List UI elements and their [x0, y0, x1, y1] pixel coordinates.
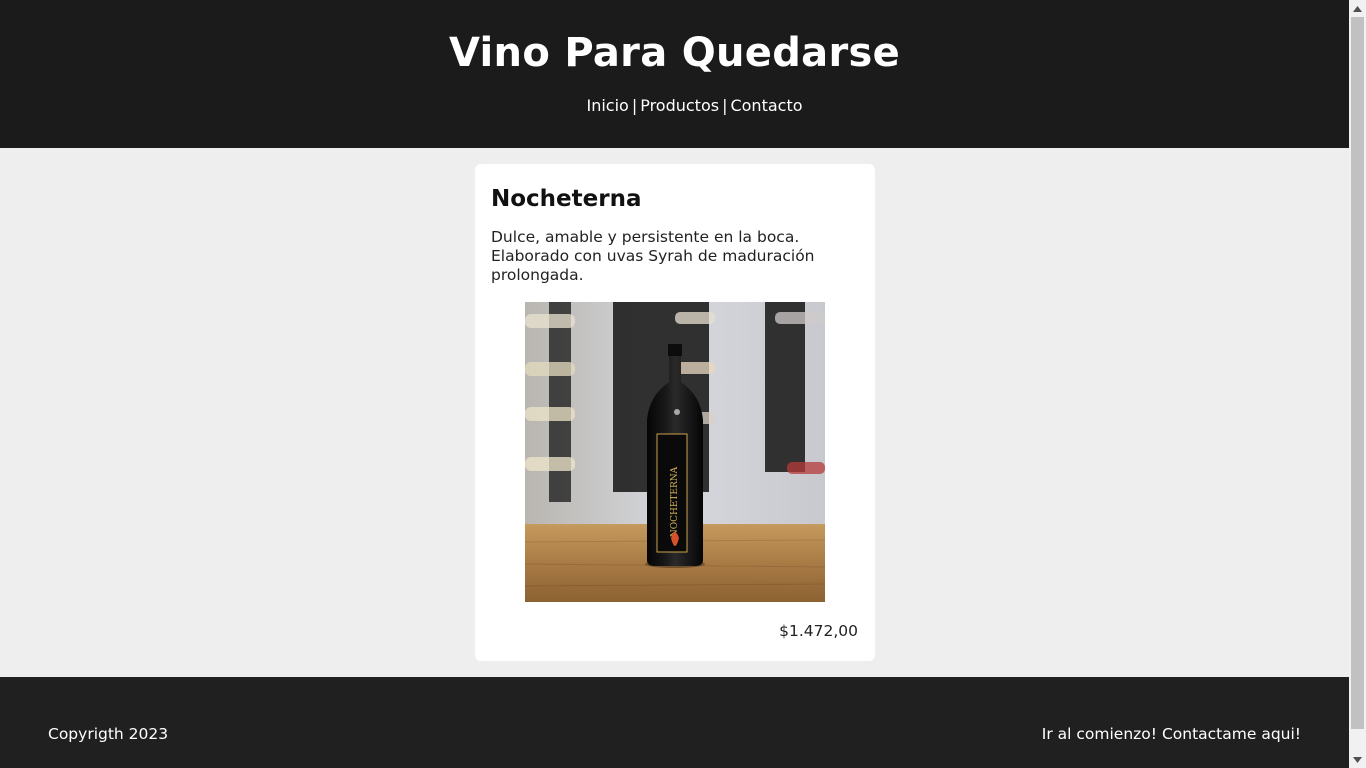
contact-link[interactable]: Contactame aqui! [1162, 725, 1301, 743]
nav-separator: | [722, 96, 728, 115]
scrollbar-thumb[interactable] [1351, 17, 1364, 729]
vertical-scrollbar[interactable] [1349, 0, 1366, 768]
wine-bottle-photo: NOCHETERNA [525, 302, 825, 602]
page-viewport: Vino Para Quedarse Inicio | Productos | Cont… [0, 0, 1349, 768]
scroll-up-arrow-icon[interactable] [1349, 0, 1366, 17]
product-title: Nocheterna [491, 186, 642, 212]
product-card: Nocheterna Dulce, amable y persistente e… [475, 164, 875, 661]
scroll-down-arrow-icon[interactable] [1349, 751, 1366, 768]
nav-link-inicio[interactable]: Inicio [586, 96, 628, 115]
go-to-top-link[interactable]: Ir al comienzo! [1042, 725, 1157, 743]
product-price: $1.472,00 [779, 622, 858, 640]
nav-link-productos[interactable]: Productos [640, 96, 719, 115]
footer-links: Ir al comienzo! Contactame aqui! [1042, 725, 1301, 743]
bottle-label-text: NOCHETERNA [670, 466, 680, 537]
product-image: NOCHETERNA [525, 302, 825, 602]
site-footer: Copyrigth 2023 Ir al comienzo! Contactam… [0, 677, 1349, 768]
nav-link-contacto[interactable]: Contacto [730, 96, 802, 115]
copyright-text: Copyrigth 2023 [48, 725, 169, 743]
site-title: Vino Para Quedarse [448, 30, 901, 76]
product-description: Dulce, amable y persistente en la boca. … [491, 228, 815, 284]
nav-separator: | [631, 96, 638, 115]
main-nav: Inicio | Productos | Contacto [0, 96, 1349, 115]
site-header: Vino Para Quedarse Inicio | Productos | Cont… [0, 0, 1349, 148]
